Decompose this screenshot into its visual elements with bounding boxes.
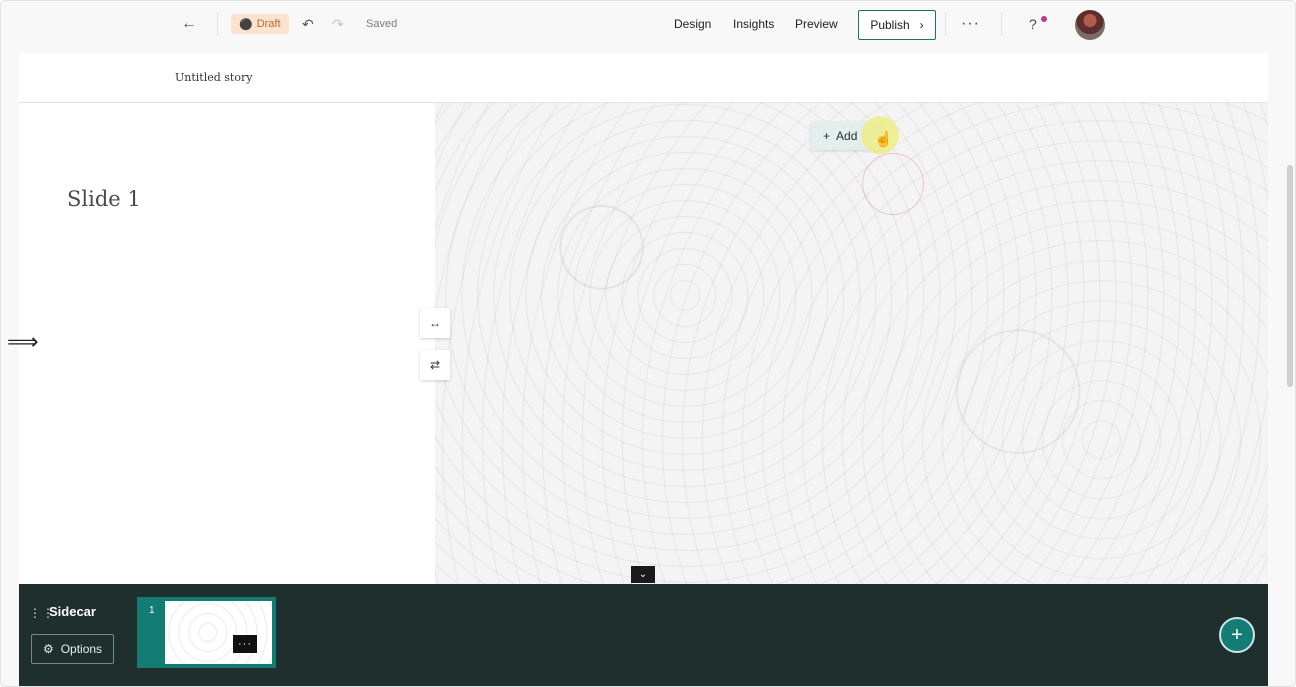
swap-panels-icon[interactable]: ⇄ <box>420 350 450 380</box>
notification-dot <box>1041 16 1047 22</box>
story-header: Untitled story <box>19 53 1268 103</box>
nav-design[interactable]: Design <box>674 1 711 47</box>
back-arrow-icon[interactable]: ← <box>181 1 197 47</box>
draft-status-badge[interactable]: ⚫ Draft <box>231 14 289 34</box>
slide-more-icon[interactable]: ··· <box>233 635 257 653</box>
nav-insights[interactable]: Insights <box>733 1 774 47</box>
saved-status: Saved <box>366 18 398 30</box>
slide-title[interactable]: Slide 1 <box>67 187 141 211</box>
click-ripple <box>862 153 924 215</box>
help-icon[interactable]: ? <box>1029 1 1047 47</box>
app-window: ← ⚫ Draft ↶ ↷ Saved Design Insights Prev… <box>0 0 1296 687</box>
media-panel[interactable] <box>435 103 1268 584</box>
slide-number: 1 <box>149 605 155 616</box>
dock-title: Sidecar <box>49 604 96 619</box>
collapse-chevron-icon[interactable]: ⌄ <box>631 566 655 583</box>
undo-icon[interactable]: ↶ <box>302 1 314 47</box>
draft-label: Draft <box>256 18 281 30</box>
toolbar-divider <box>1001 12 1002 36</box>
plus-icon: + <box>823 129 831 143</box>
publish-label: Publish <box>870 18 910 32</box>
avatar[interactable] <box>1075 10 1105 40</box>
add-slide-button[interactable]: + <box>1219 617 1255 653</box>
gear-icon: ⚙ <box>42 642 54 656</box>
slide-dock: ⋮⋮ Sidecar ⚙ Options 1 ··· + <box>19 584 1268 686</box>
user-icon: ⚫ <box>239 18 253 31</box>
toolbar-divider <box>945 12 946 36</box>
chevron-right-icon: › <box>919 18 924 32</box>
help-glyph: ? <box>1029 16 1037 32</box>
resize-panel-icon[interactable]: ↔ <box>420 308 450 338</box>
add-label: Add <box>836 129 858 143</box>
options-button[interactable]: ⚙ Options <box>31 634 114 664</box>
slide-thumbnail[interactable] <box>137 597 276 668</box>
more-options-icon[interactable]: ··· <box>961 1 980 47</box>
thumbnail-preview <box>165 601 272 664</box>
nav-preview[interactable]: Preview <box>795 1 838 47</box>
redo-icon[interactable]: ↷ <box>332 1 344 47</box>
vertical-scrollbar[interactable] <box>1287 165 1293 387</box>
options-label: Options <box>60 642 103 656</box>
narrative-panel: Slide 1 <box>19 103 435 584</box>
expand-arrow-icon[interactable]: ⟹ <box>7 329 39 355</box>
pointer-cursor-icon: ☝ <box>874 131 893 148</box>
publish-button[interactable]: Publish › <box>858 10 936 40</box>
top-toolbar: ← ⚫ Draft ↶ ↷ Saved Design Insights Prev… <box>1 1 1295 47</box>
toolbar-divider <box>217 12 218 36</box>
story-title[interactable]: Untitled story <box>175 71 252 84</box>
